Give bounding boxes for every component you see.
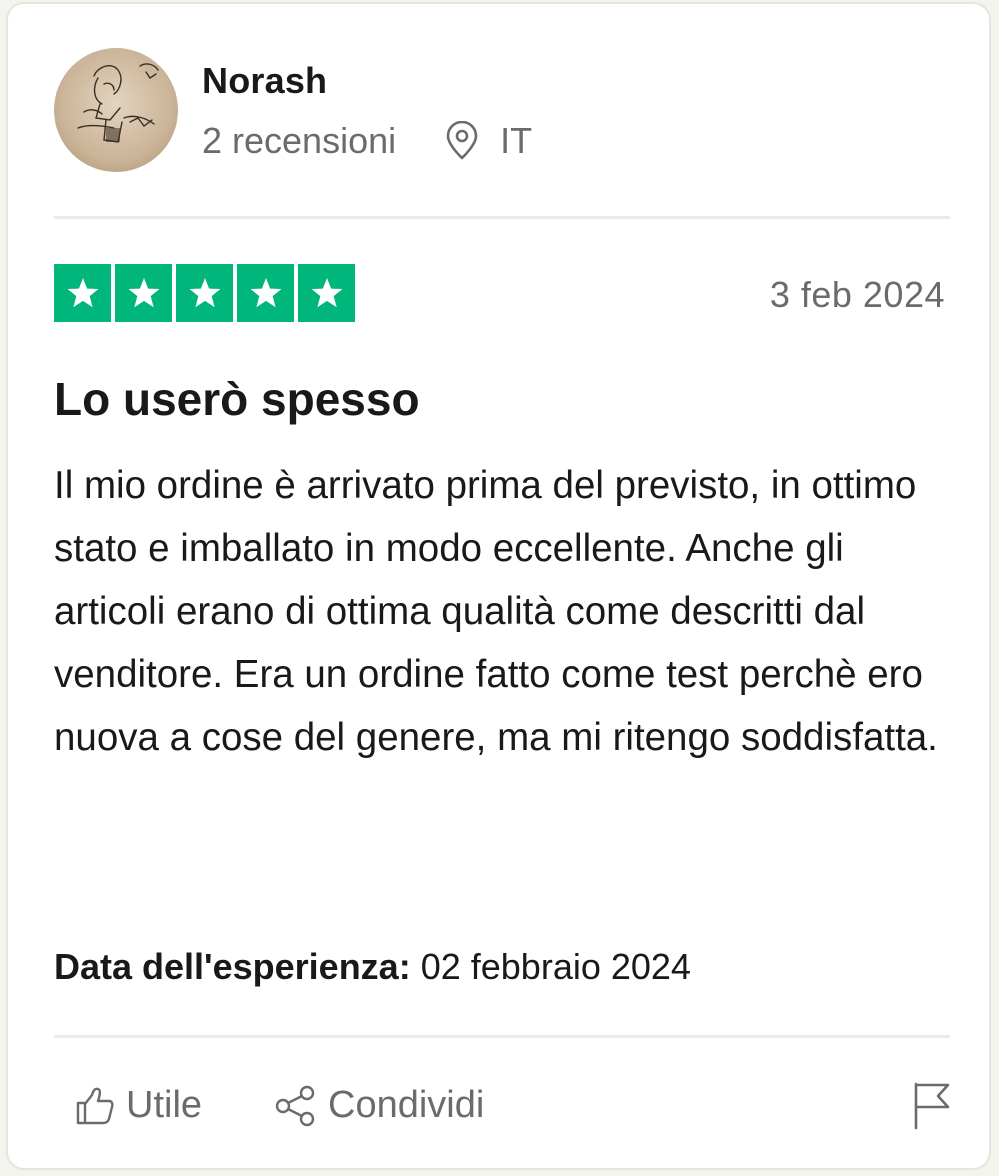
share-icon	[275, 1085, 315, 1126]
thumbs-up-icon	[76, 1087, 114, 1124]
reviews-count: 2 recensioni	[202, 120, 397, 161]
star-icon	[298, 264, 355, 322]
useful-button[interactable]: Utile	[74, 1084, 202, 1127]
review-card: Norash 2 recensioni IT 3 feb 2024 Lo use…	[6, 2, 991, 1170]
review-actions: Utile Condividi	[74, 1082, 954, 1134]
reviewer-country: IT	[500, 120, 533, 161]
divider	[54, 216, 950, 219]
avatar-sketch-image	[77, 63, 159, 143]
share-button[interactable]: Condividi	[274, 1084, 484, 1127]
star-rating	[54, 264, 355, 322]
review-date: 3 feb 2024	[769, 274, 945, 315]
star-icon	[115, 264, 172, 322]
experience-date-label: Data dell'esperienza:	[54, 946, 411, 987]
review-body: Il mio ordine è arrivato prima del previ…	[54, 464, 938, 759]
useful-label: Utile	[126, 1084, 203, 1126]
location-pin-icon	[446, 121, 478, 160]
flag-icon[interactable]	[910, 1080, 954, 1130]
avatar[interactable]	[54, 48, 178, 172]
divider	[54, 1035, 950, 1038]
experience-date-value: 02 febbraio 2024	[420, 946, 691, 987]
star-icon	[54, 264, 111, 322]
reviewer-meta: 2 recensioni IT	[202, 120, 532, 162]
share-label: Condividi	[328, 1084, 485, 1126]
star-icon	[176, 264, 233, 322]
reviewer-name[interactable]: Norash	[202, 60, 327, 102]
star-icon	[237, 264, 294, 322]
experience-date: Data dell'esperienza: 02 febbraio 2024	[54, 946, 691, 988]
reviewer-header: Norash 2 recensioni IT	[54, 48, 954, 178]
review-title[interactable]: Lo userò spesso	[54, 372, 420, 426]
